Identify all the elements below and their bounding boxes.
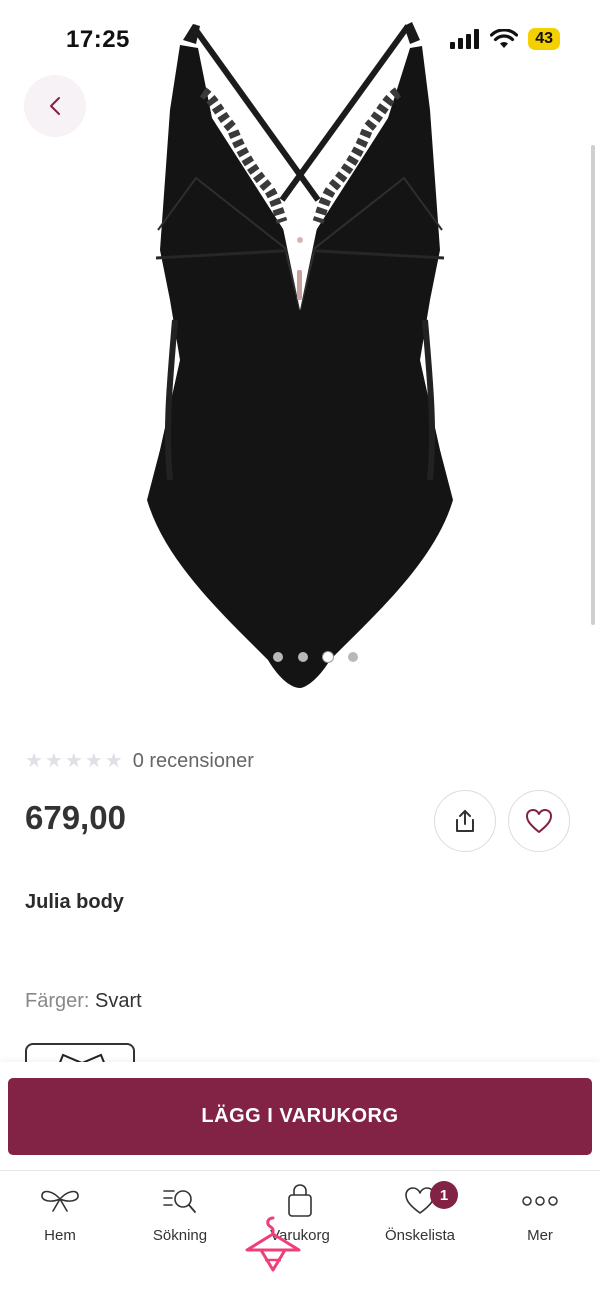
wifi-icon [490, 29, 519, 48]
reviews-count: 0 recensioner [132, 749, 254, 772]
gallery-dot[interactable] [297, 652, 308, 662]
battery-icon: 43 [528, 28, 560, 50]
status-bar: 17:25 43 [0, 0, 600, 80]
chevron-left-icon [50, 97, 60, 115]
color-selector: Färger: Svart [25, 990, 142, 1013]
star-icon: ★ [104, 750, 123, 772]
signal-icon [450, 29, 480, 49]
hanger-logo-icon[interactable] [243, 1214, 303, 1279]
star-icon: ★ [25, 750, 43, 772]
reviews-summary[interactable]: ★ ★ ★ ★ ★ 0 recensioner [25, 749, 254, 773]
gallery-dot-active[interactable] [322, 652, 333, 662]
status-icons: 43 [450, 28, 560, 50]
tab-label: Önskelista [384, 1227, 456, 1244]
product-gallery[interactable] [0, 0, 600, 700]
wishlist-button[interactable] [508, 790, 570, 852]
share-button[interactable] [434, 790, 496, 852]
colors-label: Färger: [25, 990, 90, 1012]
product-image [147, 22, 453, 688]
search-list-icon [162, 1183, 198, 1219]
scroll-indicator[interactable] [591, 145, 595, 625]
tab-label: Mer [527, 1227, 553, 1244]
selected-color: Svart [95, 990, 142, 1012]
cart-bar: LÄGG I VARUKORG [0, 1062, 600, 1172]
gallery-dot[interactable] [347, 652, 358, 662]
product-price: 679,00 [25, 799, 126, 836]
product-name: Julia body [25, 891, 124, 913]
more-dots-icon [521, 1183, 559, 1219]
rating-stars: ★ ★ ★ ★ ★ [25, 749, 123, 773]
tab-home[interactable]: Hem [0, 1183, 120, 1244]
star-icon: ★ [84, 750, 103, 772]
star-icon: ★ [44, 750, 63, 772]
gallery-dot[interactable] [272, 652, 283, 662]
tab-search[interactable]: Sökning [120, 1183, 240, 1244]
tab-wishlist[interactable]: 1 Önskelista [360, 1181, 480, 1244]
tab-label: Hem [44, 1227, 76, 1244]
heart-icon [526, 809, 552, 833]
gallery-dots [0, 652, 600, 662]
tab-more[interactable]: Mer [480, 1183, 600, 1244]
wishlist-badge: 1 [430, 1181, 458, 1209]
status-time: 17:25 [66, 26, 130, 53]
tab-label: Sökning [152, 1227, 208, 1244]
star-icon: ★ [64, 750, 83, 772]
bow-icon [39, 1183, 81, 1219]
share-icon [456, 810, 474, 832]
add-to-cart-button[interactable]: LÄGG I VARUKORG [8, 1078, 592, 1155]
back-button[interactable] [24, 75, 86, 137]
